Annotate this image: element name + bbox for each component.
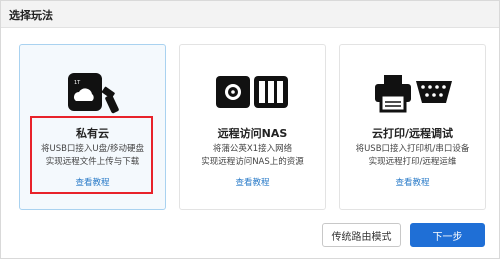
card-description-line: 实现远程访问NAS上的资源: [201, 157, 304, 167]
card-cloud-print[interactable]: 云打印/远程调试 将USB口接入打印机/串口设备 实现远程打印/远程运维 查看教…: [339, 44, 486, 210]
choose-mode-dialog: 选择玩法 1T 私有云 将USB口接入U盘/移动硬盘 实现远程文件上传与下载 查…: [0, 0, 500, 259]
card-description-line: 实现远程打印/远程运维: [368, 157, 457, 167]
highlight-annotation-box: [30, 116, 153, 194]
card-description: 将蒲公英X1接入网络 实现远程访问NAS上的资源: [182, 143, 323, 169]
card-title: 云打印/远程调试: [371, 127, 454, 140]
nas-icon: [180, 71, 325, 121]
next-button[interactable]: 下一步: [410, 223, 485, 247]
card-description-line: 将USB口接入打印机/串口设备: [355, 144, 470, 154]
dialog-title: 选择玩法: [9, 9, 53, 22]
cloud-usb-icon: 1T: [20, 71, 165, 121]
card-description-line: 将蒲公英X1接入网络: [212, 144, 293, 154]
dialog-header: 选择玩法: [1, 1, 499, 28]
card-description: 将USB口接入打印机/串口设备 实现远程打印/远程运维: [342, 143, 483, 169]
card-title: 远程访问NAS: [217, 127, 288, 140]
printer-serial-icon: [340, 71, 485, 121]
view-tutorial-link[interactable]: 查看教程: [340, 176, 485, 188]
view-tutorial-link[interactable]: 查看教程: [180, 176, 325, 188]
svg-text:1T: 1T: [74, 80, 81, 86]
card-remote-nas[interactable]: 远程访问NAS 将蒲公英X1接入网络 实现远程访问NAS上的资源 查看教程: [179, 44, 326, 210]
legacy-router-mode-button[interactable]: 传统路由模式: [322, 223, 401, 247]
